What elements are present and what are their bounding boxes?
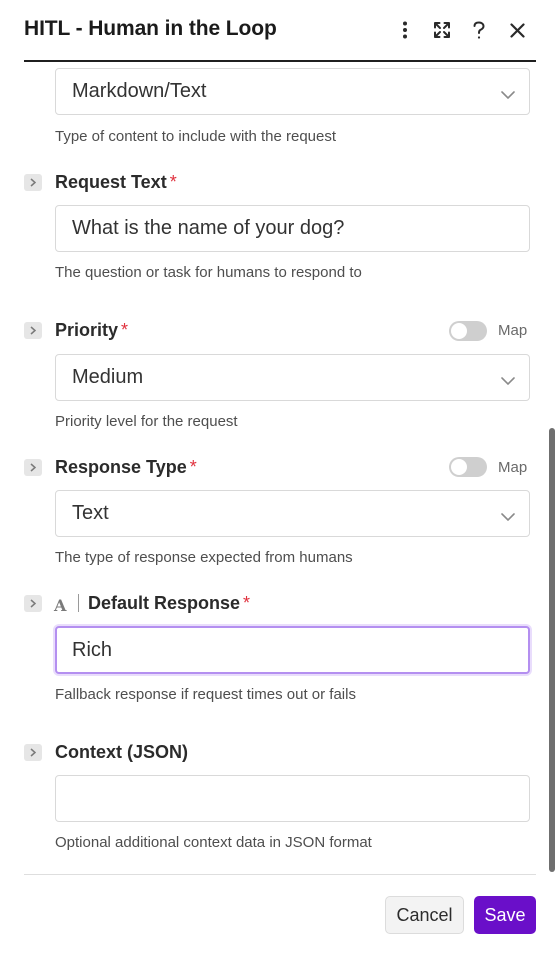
help-icon[interactable]: [467, 18, 491, 42]
priority-map-label: Map: [498, 322, 528, 339]
priority-expand-toggle[interactable]: [24, 322, 42, 339]
default-response-value: Rich: [72, 639, 113, 661]
expand-icon[interactable]: [430, 18, 454, 42]
response-type-expand-toggle[interactable]: [24, 459, 42, 476]
footer-divider: [24, 874, 536, 875]
required-marker: *: [169, 172, 177, 192]
required-marker: *: [243, 593, 251, 613]
panel-title: HITL - Human in the Loop: [24, 17, 277, 40]
chevron-right-icon: [30, 178, 36, 187]
context-label: Context (JSON): [55, 742, 189, 762]
default-response-label: Default Response *: [88, 593, 250, 614]
save-button[interactable]: Save: [474, 896, 536, 934]
default-response-input[interactable]: Rich: [55, 626, 530, 674]
response-type-help: The type of response expected from human…: [55, 549, 353, 566]
chevron-right-icon: [30, 326, 36, 335]
default-response-help: Fallback response if request times out o…: [55, 686, 356, 703]
cancel-button[interactable]: Cancel: [385, 896, 464, 934]
panel-header: HITL - Human in the Loop: [0, 0, 560, 62]
chevron-right-icon: [30, 748, 36, 757]
request-text-label: Request Text *: [55, 172, 177, 193]
chevron-down-icon: [501, 508, 515, 526]
priority-select[interactable]: Medium: [55, 354, 530, 401]
priority-label-text: Priority: [55, 320, 119, 340]
content-type-select[interactable]: Markdown/Text: [55, 68, 530, 115]
content-type-help: Type of content to include with the requ…: [55, 128, 337, 145]
context-json-input[interactable]: [55, 775, 530, 822]
header-divider: [24, 60, 536, 62]
request-text-label-text: Request Text: [55, 172, 167, 192]
chevron-right-icon: [30, 599, 36, 608]
context-expand-toggle[interactable]: [24, 744, 42, 761]
chevron-down-icon: [501, 372, 515, 390]
content-type-value: Markdown/Text: [72, 80, 207, 102]
chevron-down-icon: [501, 86, 515, 104]
response-type-map-toggle[interactable]: [449, 457, 487, 477]
context-help: Optional additional context data in JSON…: [55, 834, 372, 851]
scrollbar-thumb[interactable]: [549, 428, 555, 872]
response-type-label: Response Type *: [55, 457, 197, 478]
response-type-value: Text: [72, 502, 109, 524]
request-text-value: What is the name of your dog?: [72, 217, 345, 239]
priority-help: Priority level for the request: [55, 413, 238, 430]
response-type-label-text: Response Type: [55, 457, 187, 477]
response-type-map-label: Map: [498, 459, 528, 476]
close-icon[interactable]: [505, 18, 529, 42]
response-type-select[interactable]: Text: [55, 490, 530, 537]
default-response-label-text: Default Response: [88, 593, 241, 613]
request-text-input[interactable]: What is the name of your dog?: [55, 205, 530, 252]
request-text-expand-toggle[interactable]: [24, 174, 42, 191]
priority-value: Medium: [72, 366, 144, 388]
chevron-right-icon: [30, 463, 36, 472]
default-response-expand-toggle[interactable]: [24, 595, 42, 612]
hitl-node-panel: HITL - Human in the Loop Markdown/Text T…: [0, 0, 560, 954]
text-type-icon: A: [54, 596, 67, 615]
label-separator: [78, 594, 79, 612]
more-vertical-icon[interactable]: [393, 18, 417, 42]
request-text-help: The question or task for humans to respo…: [55, 264, 362, 281]
priority-label: Priority *: [55, 320, 128, 341]
required-marker: *: [189, 457, 197, 477]
priority-map-toggle[interactable]: [449, 321, 487, 341]
required-marker: *: [121, 320, 129, 340]
